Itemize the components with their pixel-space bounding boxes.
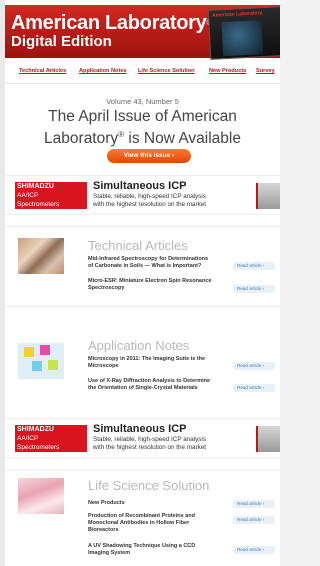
nav-divider [5, 83, 280, 84]
brand-subtitle: Digital Edition [11, 33, 112, 50]
article-link[interactable]: Use of X-Ray Diffraction Analysis to Det… [88, 378, 210, 392]
life-science-title: Life Science Solution [88, 478, 210, 493]
view-issue-button[interactable]: View this issue › [107, 149, 191, 163]
article-link[interactable]: New Products [88, 500, 125, 507]
ad-title: Simultaneous ICP [93, 180, 187, 192]
top-nav: Technical Articles Application Notes Lif… [5, 68, 280, 82]
read-article-button[interactable]: Read article › [233, 384, 275, 392]
section-divider [5, 226, 280, 227]
brand-title: American Laboratory [11, 12, 207, 34]
cover-photo [221, 20, 264, 57]
left-gutter [0, 0, 5, 566]
article-link[interactable]: Micro-ESR: Miniature Electron Spin Reson… [88, 278, 211, 292]
read-article-button[interactable]: Read article › [233, 500, 275, 508]
article-link[interactable]: A UV Shadowing Technique Using a CCD Imag… [88, 543, 195, 557]
article-link[interactable]: Mid-Infrared Spectroscopy for Determinat… [88, 256, 208, 270]
read-article-button[interactable]: Read article › [233, 285, 275, 293]
shimadzu-ad-banner[interactable]: SHIMADZU AA/ICP Spectrometers Simultaneo… [5, 418, 280, 458]
article-link[interactable]: Production of Recombinant Proteins and Mo… [88, 513, 195, 534]
nav-new-products[interactable]: New Products [209, 68, 246, 74]
read-article-button[interactable]: Read article › [233, 362, 275, 370]
headline-line-1: The April Issue of American [48, 108, 237, 125]
masthead[interactable]: American Laboratory® Digital Edition Ame… [5, 5, 280, 60]
ad-title: Simultaneous ICP [93, 423, 187, 435]
issue-volume: Volume 43, Number 5 [106, 97, 179, 106]
ad-tag-spectrometers: Spectrometers [15, 443, 87, 452]
magazine-cover-image[interactable]: American Laboratory [207, 6, 280, 60]
ad-tag-aaicp: AA/ICP [15, 434, 87, 443]
newsletter-page: American Laboratory® Digital Edition Ame… [0, 0, 280, 566]
application-notes-thumbnail [18, 343, 64, 379]
life-science-thumbnail [18, 478, 64, 514]
technical-articles-thumbnail [18, 238, 64, 274]
ad-description: Stable, reliable, high-speed ICP analysi… [93, 436, 207, 451]
ad-instrument-image [256, 426, 280, 452]
section-divider [5, 306, 280, 307]
article-link[interactable]: Microscopy in 2011: The Imaging Suite is… [88, 356, 205, 370]
technical-articles-title: Technical Articles [88, 238, 188, 253]
ad-tag-aaicp: AA/ICP [15, 191, 87, 200]
headline-line-2: Laboratory® is Now Available [44, 130, 241, 148]
issue-headline: The April Issue of American Laboratory® … [5, 108, 280, 148]
shimadzu-logo: SHIMADZU [15, 425, 87, 434]
nav-technical-articles[interactable]: Technical Articles [19, 68, 66, 74]
shimadzu-ad-banner[interactable]: SHIMADZU AA/ICP Spectrometers Simultaneo… [5, 175, 280, 215]
nav-application-notes[interactable]: Application Notes [79, 68, 127, 74]
ad-description: Stable, reliable, high-speed ICP analysi… [93, 193, 207, 208]
shimadzu-logo: SHIMADZU [15, 182, 87, 191]
nav-life-science-solution[interactable]: Life Science Solution [138, 68, 195, 74]
nav-survey[interactable]: Survey [256, 68, 275, 74]
cover-title: American Laboratory [211, 10, 263, 19]
application-notes-title: Application Notes [88, 338, 190, 353]
read-article-button[interactable]: Read article › [233, 262, 275, 270]
read-article-button[interactable]: Read article › [233, 516, 275, 524]
brand-logo[interactable]: American Laboratory® Digital Edition [11, 13, 212, 51]
ad-tag-spectrometers: Spectrometers [15, 200, 87, 209]
read-article-button[interactable]: Read article › [233, 546, 275, 554]
section-divider [5, 470, 280, 471]
ad-instrument-image [256, 183, 280, 209]
